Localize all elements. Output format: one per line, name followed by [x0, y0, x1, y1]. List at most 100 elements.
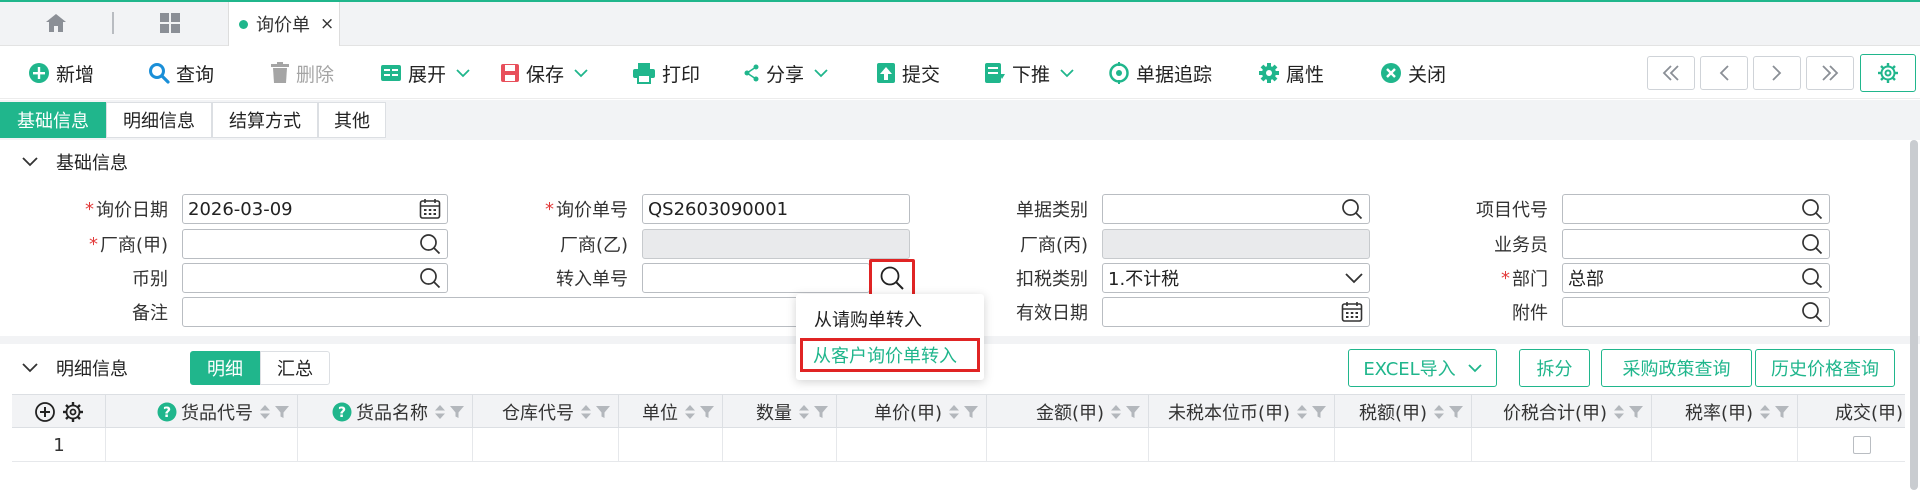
col-warehouse-code[interactable]: 仓库代号	[473, 395, 619, 428]
cell-tax-rate-a[interactable]	[1652, 428, 1798, 462]
col-item-code[interactable]: ? 货品代号	[106, 395, 298, 428]
column-settings-icon[interactable]	[62, 401, 84, 423]
sort-icon[interactable]	[580, 404, 592, 420]
tax-type-select[interactable]: 1.不计税	[1102, 263, 1370, 293]
prev-record-button[interactable]	[1700, 56, 1748, 90]
share-button[interactable]: 分享	[744, 57, 828, 89]
cell-tax-amount-a[interactable]	[1335, 428, 1472, 462]
search-icon[interactable]	[1801, 197, 1823, 221]
cell-unit[interactable]	[619, 428, 723, 462]
calendar-icon[interactable]	[1341, 300, 1363, 324]
cell-pretax-base-a[interactable]	[1149, 428, 1335, 462]
col-pretax-base-a[interactable]: 未税本位币(甲)	[1149, 395, 1335, 428]
col-tax-amount-a[interactable]: 税额(甲)	[1335, 395, 1472, 428]
filter-icon[interactable]	[1449, 405, 1463, 419]
print-button[interactable]: 打印	[632, 57, 700, 89]
remark-field[interactable]	[182, 297, 802, 327]
tab-other[interactable]: 其他	[318, 102, 386, 138]
col-amount-a[interactable]: 金额(甲)	[987, 395, 1149, 428]
sort-icon[interactable]	[259, 404, 271, 420]
submit-button[interactable]: 提交	[876, 57, 940, 89]
department-field[interactable]: 总部	[1562, 263, 1830, 293]
filter-icon[interactable]	[814, 405, 828, 419]
sort-icon[interactable]	[1433, 404, 1445, 420]
grid-apps-icon[interactable]	[150, 8, 190, 38]
sort-icon[interactable]	[948, 404, 960, 420]
search-icon[interactable]	[1801, 266, 1823, 290]
cell-quantity[interactable]	[723, 428, 837, 462]
purchase-policy-button[interactable]: 采购政策查询	[1601, 349, 1752, 387]
currency-field[interactable]	[182, 263, 448, 293]
properties-button[interactable]: 属性	[1258, 57, 1324, 89]
calendar-icon[interactable]	[419, 197, 441, 221]
col-total-a[interactable]: 价税合计(甲)	[1472, 395, 1652, 428]
sort-icon[interactable]	[798, 404, 810, 420]
col-unit[interactable]: 单位	[619, 395, 723, 428]
sort-icon[interactable]	[1759, 404, 1771, 420]
tab-detail[interactable]: 明细	[190, 351, 260, 385]
expand-button[interactable]: 展开	[380, 57, 470, 89]
filter-icon[interactable]	[275, 405, 289, 419]
search-icon[interactable]	[1801, 300, 1823, 324]
project-code-field[interactable]	[1562, 194, 1830, 224]
tab-settlement[interactable]: 结算方式	[212, 102, 318, 138]
transfer-no-field[interactable]	[642, 263, 870, 293]
cell-amount-a[interactable]	[987, 428, 1149, 462]
search-icon[interactable]	[419, 266, 441, 290]
col-quantity[interactable]: 数量	[723, 395, 837, 428]
save-button[interactable]: 保存	[500, 57, 588, 89]
tab-basic-info[interactable]: 基础信息	[0, 102, 106, 138]
home-icon[interactable]	[36, 8, 76, 38]
first-record-button[interactable]	[1647, 56, 1695, 90]
sort-icon[interactable]	[1296, 404, 1308, 420]
tab-detail-info[interactable]: 明细信息	[106, 102, 212, 138]
cell-unit-price-a[interactable]	[837, 428, 987, 462]
doc-type-field[interactable]	[1102, 194, 1370, 224]
vendor-a-field[interactable]	[182, 229, 448, 259]
filter-icon[interactable]	[964, 405, 978, 419]
price-history-button[interactable]: 历史价格查询	[1755, 349, 1895, 387]
delete-button[interactable]: 删除	[270, 57, 334, 89]
excel-import-button[interactable]: EXCEL导入	[1348, 349, 1497, 387]
inquiry-no-field[interactable]: QS2603090001	[642, 194, 910, 224]
vertical-scrollbar[interactable]	[1910, 140, 1918, 490]
cell-warehouse-code[interactable]	[473, 428, 619, 462]
close-button[interactable]: 关闭	[1380, 57, 1446, 89]
basic-info-header[interactable]: 基础信息	[0, 143, 1920, 181]
new-button[interactable]: 新增	[28, 57, 94, 89]
close-tab-icon[interactable]: ×	[320, 14, 334, 34]
query-button[interactable]: 查询	[148, 57, 214, 89]
cell-total-a[interactable]	[1472, 428, 1652, 462]
transfer-search-button[interactable]	[869, 259, 915, 297]
next-record-button[interactable]	[1753, 56, 1801, 90]
table-row[interactable]: 1	[12, 428, 1905, 462]
split-button[interactable]: 拆分	[1519, 349, 1590, 387]
track-document-button[interactable]: 单据追踪	[1108, 57, 1212, 89]
cell-item-code[interactable]	[106, 428, 298, 462]
help-icon[interactable]: ?	[332, 402, 352, 422]
col-item-name[interactable]: ? 货品名称	[298, 395, 473, 428]
sort-icon[interactable]	[1110, 404, 1122, 420]
search-icon[interactable]	[419, 232, 441, 256]
help-icon[interactable]: ?	[157, 402, 177, 422]
attachment-field[interactable]	[1562, 297, 1830, 327]
col-tax-rate-a[interactable]: 税率(甲)	[1652, 395, 1798, 428]
last-record-button[interactable]	[1806, 56, 1854, 90]
col-unit-price-a[interactable]: 单价(甲)	[837, 395, 987, 428]
filter-icon[interactable]	[700, 405, 714, 419]
search-icon[interactable]	[1341, 197, 1363, 221]
search-icon[interactable]	[1801, 232, 1823, 256]
tab-summary[interactable]: 汇总	[260, 351, 330, 385]
menu-item-from-purchase-request[interactable]: 从请购单转入	[804, 302, 922, 336]
cell-item-name[interactable]	[298, 428, 473, 462]
add-row-icon[interactable]	[34, 401, 56, 423]
deal-checkbox[interactable]	[1853, 436, 1871, 454]
valid-date-field[interactable]	[1102, 297, 1370, 327]
sort-icon[interactable]	[684, 404, 696, 420]
inquiry-date-field[interactable]: 2026-03-09	[182, 194, 448, 224]
filter-icon[interactable]	[450, 405, 464, 419]
filter-icon[interactable]	[1629, 405, 1643, 419]
settings-button[interactable]	[1860, 54, 1916, 92]
filter-icon[interactable]	[1775, 405, 1789, 419]
filter-icon[interactable]	[1126, 405, 1140, 419]
